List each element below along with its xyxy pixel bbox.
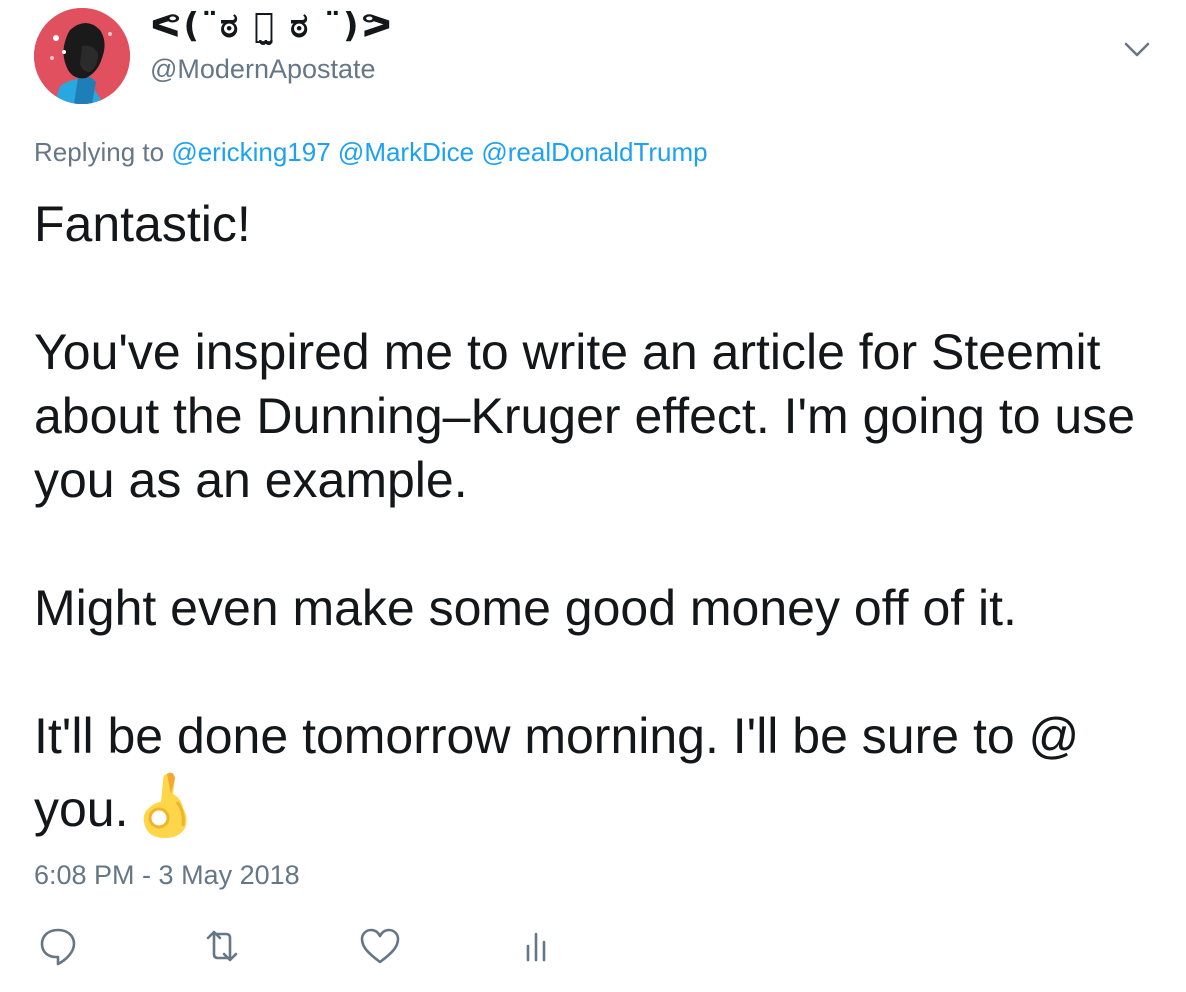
analytics-icon[interactable] <box>518 922 566 970</box>
reply-icon[interactable] <box>34 922 82 970</box>
like-icon[interactable] <box>356 922 404 970</box>
mention-link[interactable]: @ericking197 <box>171 137 330 167</box>
avatar[interactable] <box>34 8 130 104</box>
tweet-text: Fantastic! You've inspired me to write a… <box>34 192 1164 841</box>
tweet-paragraph-last: It'll be done tomorrow morning. I'll be … <box>34 704 1164 841</box>
author-handle[interactable]: @ModernApostate <box>150 54 376 85</box>
mention-link[interactable]: @realDonaldTrump <box>481 137 707 167</box>
tweet-paragraph: Fantastic! <box>34 196 251 252</box>
mention-link[interactable]: @MarkDice <box>338 137 474 167</box>
replying-to-label: Replying to <box>34 137 165 167</box>
chevron-down-icon[interactable] <box>1120 32 1154 66</box>
avatar-icon <box>34 8 130 104</box>
replying-to: Replying to @ericking197 @MarkDice @real… <box>34 137 708 168</box>
display-name[interactable]: ᕙ(¨ಠ ఠ̫ ಠ ¨)ᕗ <box>150 6 394 46</box>
tweet-paragraph: You've inspired me to write an article f… <box>34 324 1136 508</box>
tweet-actions <box>34 922 734 970</box>
tweet-timestamp[interactable]: 6:08 PM - 3 May 2018 <box>34 860 300 891</box>
tweet-paragraph: Might even make some good money off of i… <box>34 580 1017 636</box>
retweet-icon[interactable] <box>198 922 246 970</box>
ok-hand-icon <box>137 768 197 840</box>
tweet-card: ᕙ(¨ಠ ఠ̫ ಠ ¨)ᕗ @ModernApostate Replying t… <box>0 0 1186 992</box>
